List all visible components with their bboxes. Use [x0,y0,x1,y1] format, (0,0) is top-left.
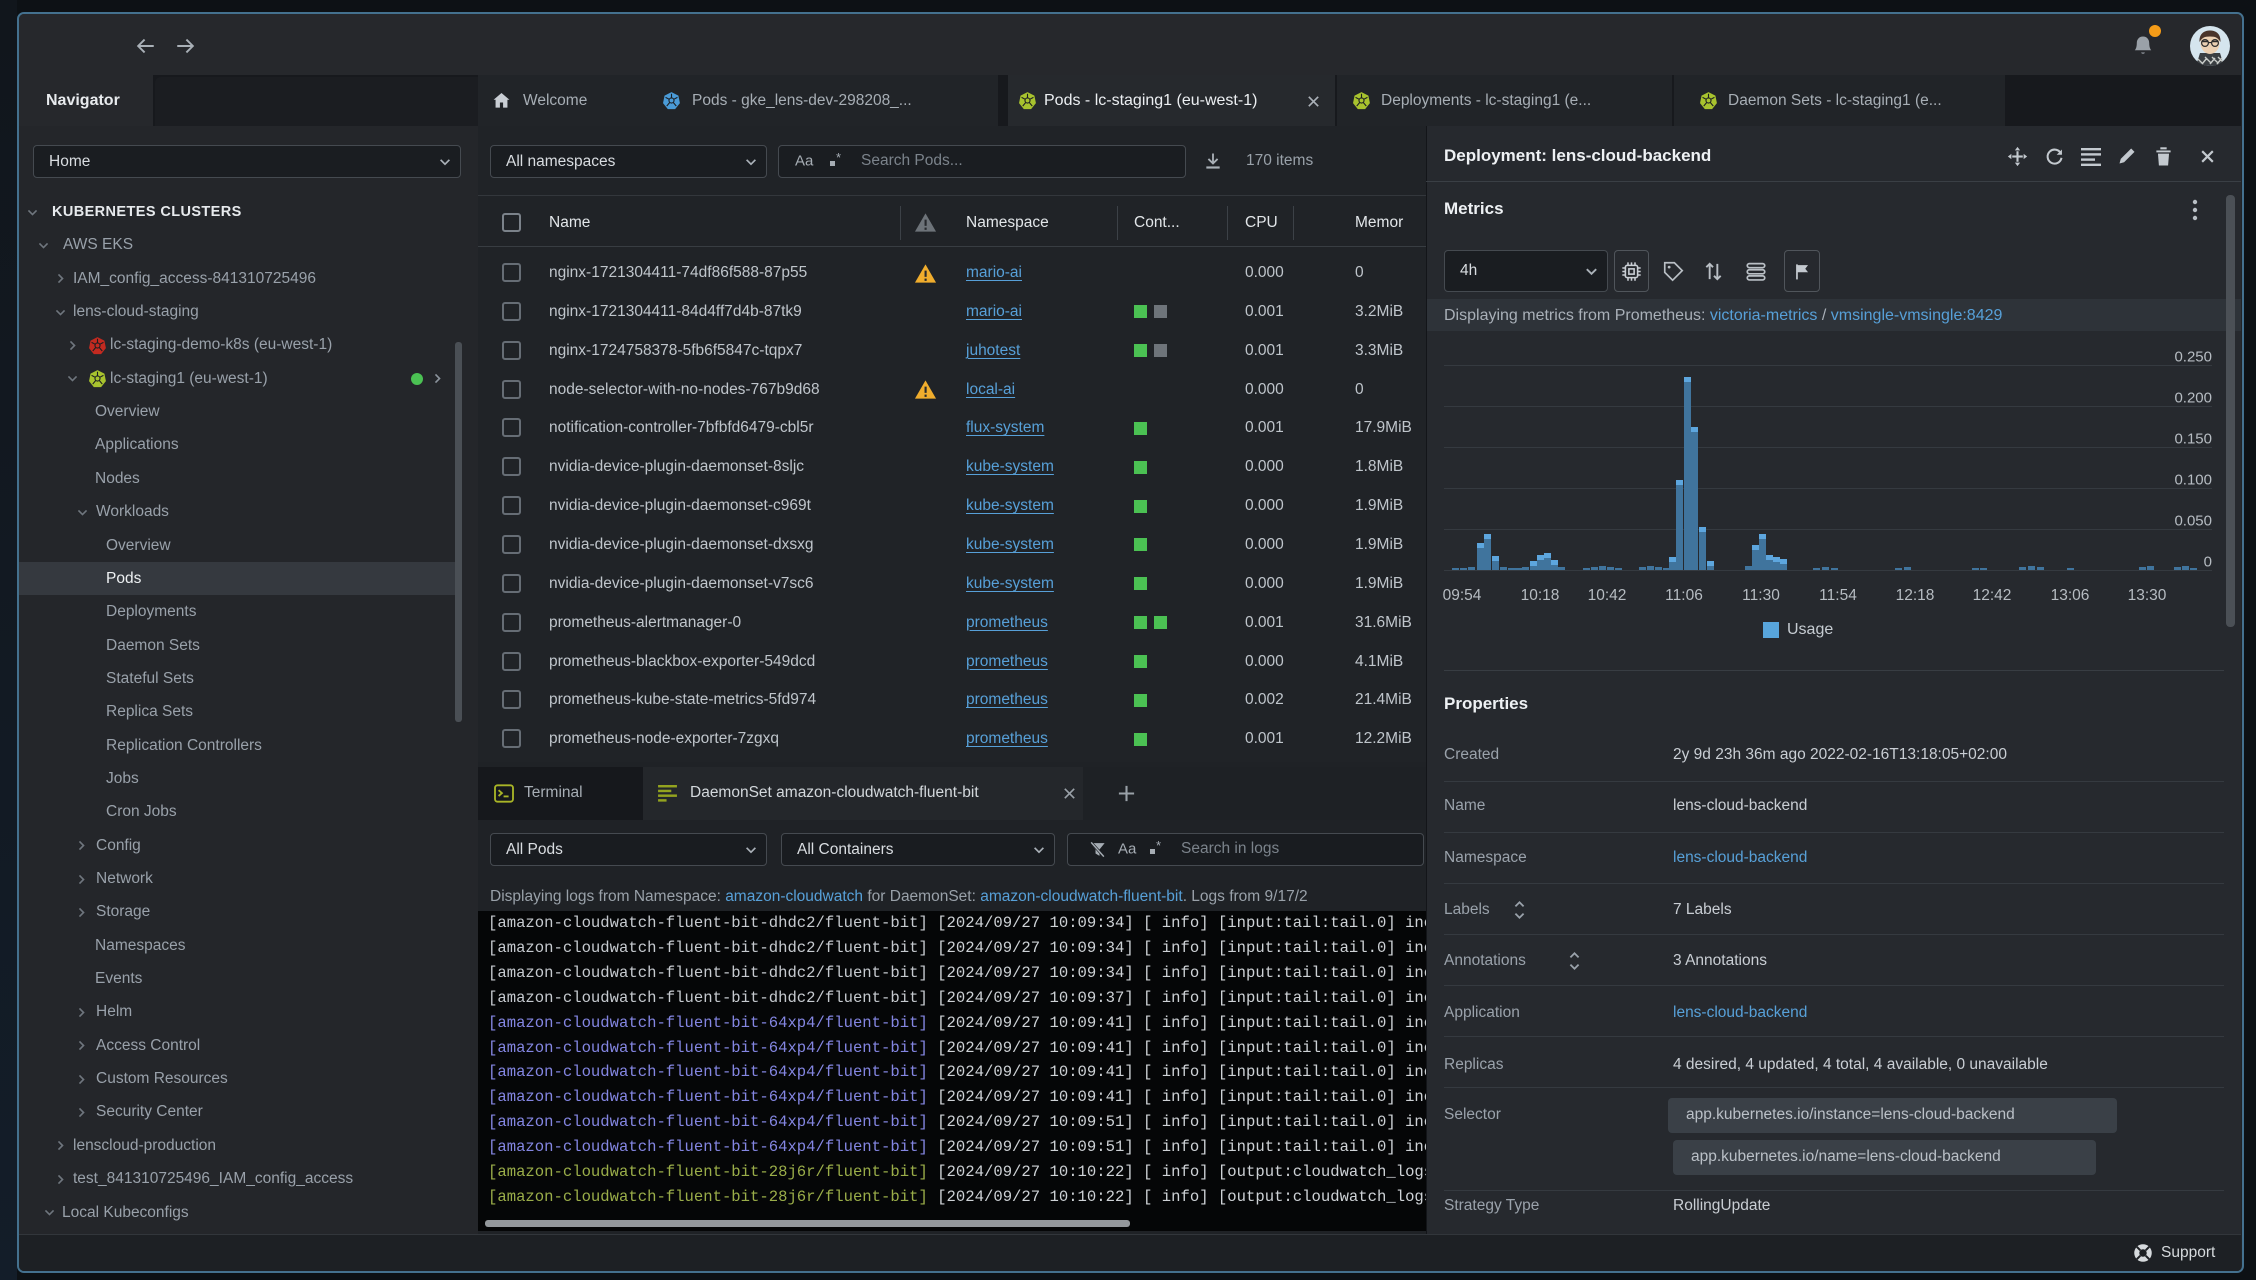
svg-text:*: * [1156,840,1161,853]
svg-text:*: * [836,152,841,165]
